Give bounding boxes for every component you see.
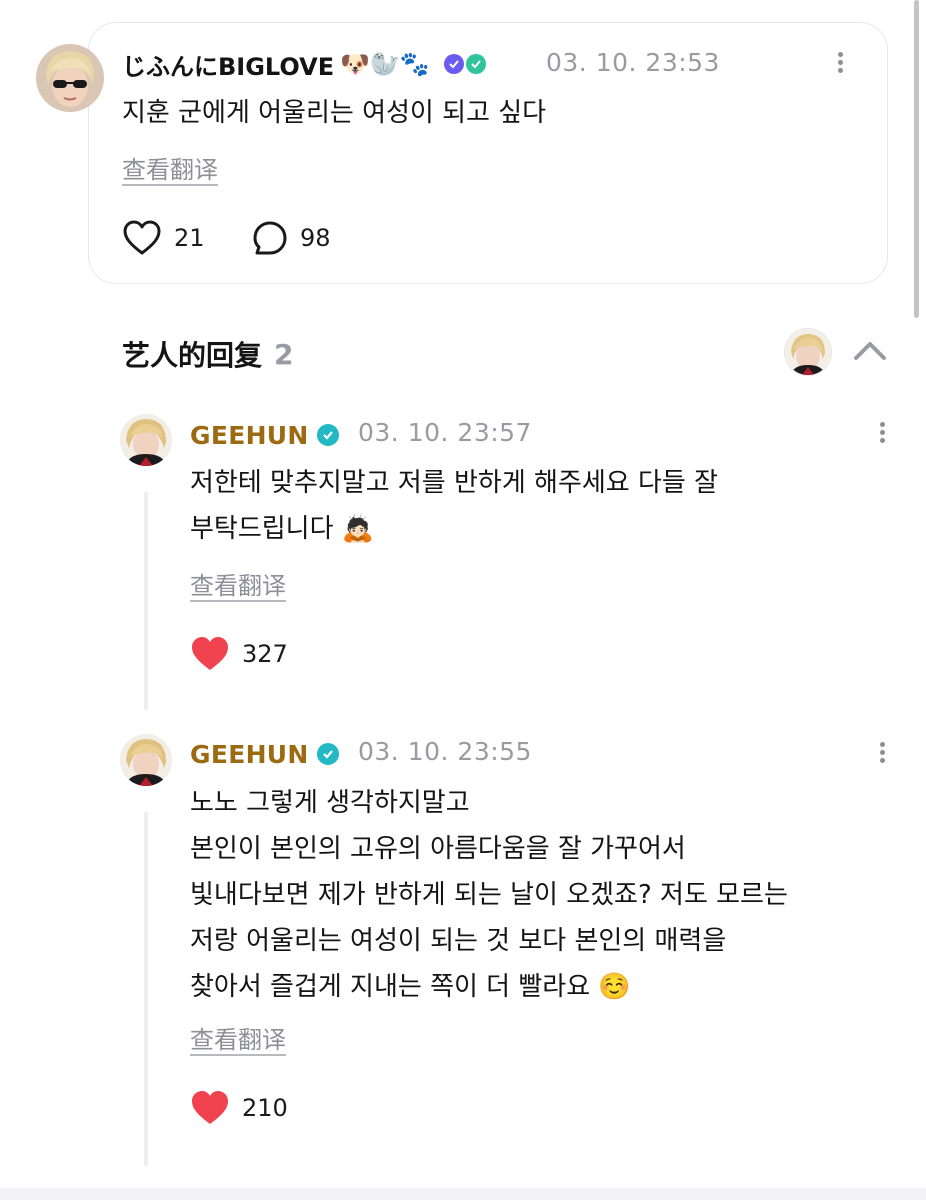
like-count: 210: [242, 1094, 288, 1122]
reply-text-line: 찾아서 즐겁게 지내는 쪽이 더 빨라요 ☺️: [190, 972, 631, 1002]
more-vertical-icon[interactable]: [867, 419, 897, 449]
reply-text-line: 빛내다보면 제가 반하게 되는 날이 오겠죠? 저도 모르는: [190, 880, 788, 910]
reply-text-line: 본인이 본인의 고유의 아름다움을 잘 가꾸어서: [190, 834, 686, 864]
heart-outline-icon: [123, 220, 161, 255]
artist-name[interactable]: GEEHUN: [190, 740, 309, 769]
verified-check-icon: [316, 424, 339, 446]
fan-author-name[interactable]: じふんにBIGLOVE: [122, 47, 334, 82]
like-count: 327: [242, 640, 288, 668]
scrollbar[interactable]: [914, 0, 919, 318]
chevron-up-icon[interactable]: [850, 336, 890, 366]
thread-line: [144, 492, 148, 710]
reply-text-line: 노노 그렇게 생각하지말고: [190, 788, 470, 818]
heart-filled-icon: [192, 1091, 228, 1124]
fan-post-text: 지훈 군에게 어울리는 여성이 되고 싶다: [122, 98, 547, 128]
more-vertical-icon[interactable]: [867, 739, 897, 769]
verified-check-icon: [316, 743, 339, 765]
thread-line: [144, 812, 148, 1166]
fan-author-emojis: 🐶🦭🐾: [340, 50, 430, 78]
replies-count: 2: [274, 337, 294, 371]
translate-link[interactable]: 查看翻译: [122, 150, 218, 185]
reply-timestamp: 03. 10. 23:57: [358, 418, 532, 447]
reply-text-line: 저한테 맞추지말고 저를 반하게 해주세요 다들 잘: [190, 468, 718, 498]
comment-count: 98: [300, 224, 331, 252]
replies-section-title: 艺人的回复: [122, 339, 263, 372]
like-count: 21: [174, 224, 205, 252]
artist-avatar[interactable]: [120, 734, 172, 786]
reply-text: 노노 그렇게 생각하지말고 본인이 본인의 고유의 아름다움을 잘 가꾸어서 빛…: [190, 780, 788, 1010]
fan-post-timestamp: 03. 10. 23:53: [546, 48, 720, 77]
translate-link[interactable]: 查看翻译: [190, 1020, 286, 1055]
reply-text-line: 저랑 어울리는 여성이 되는 것 보다 본인의 매력을: [190, 926, 727, 956]
reply-text: 저한테 맞추지말고 저를 반하게 해주세요 다들 잘 부탁드립니다 🙇🏻: [190, 460, 718, 552]
like-button[interactable]: 210: [190, 1090, 288, 1126]
comment-button[interactable]: 98: [252, 220, 331, 256]
like-button[interactable]: 327: [190, 636, 288, 672]
artist-avatar[interactable]: [120, 414, 172, 466]
translate-link[interactable]: 查看翻译: [190, 566, 286, 601]
bottom-divider: [0, 1188, 926, 1200]
reply-timestamp: 03. 10. 23:55: [358, 737, 532, 766]
more-vertical-icon[interactable]: [825, 49, 855, 79]
speech-bubble-icon: [253, 221, 287, 255]
artist-mini-avatar[interactable]: [784, 328, 832, 376]
reply-text-line: 부탁드립니다 🙇🏻: [190, 514, 375, 544]
fan-avatar[interactable]: [36, 44, 104, 112]
like-button[interactable]: 21: [122, 220, 205, 256]
membership-badge-icon: [443, 54, 464, 74]
fan-badge-icon: [465, 54, 486, 74]
heart-filled-icon: [192, 637, 228, 670]
artist-name[interactable]: GEEHUN: [190, 421, 309, 450]
